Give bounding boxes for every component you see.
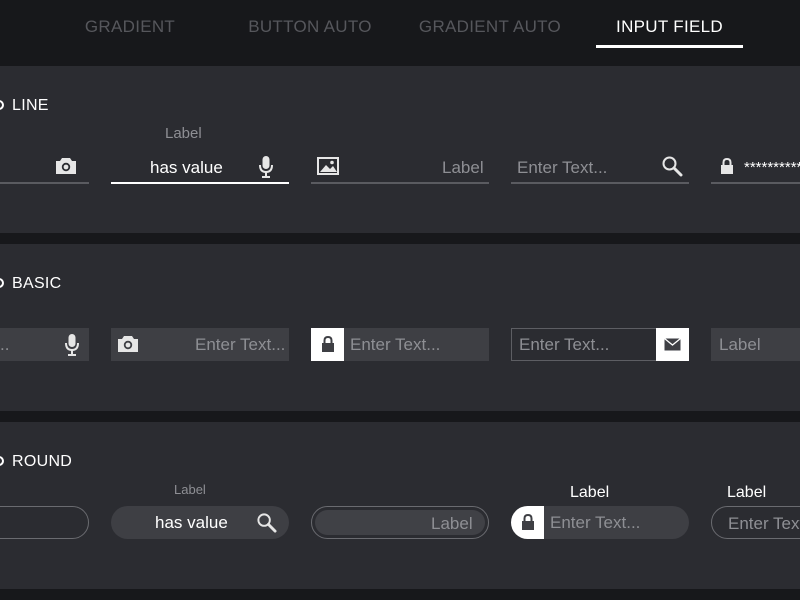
field-placeholder: Enter Text — [728, 514, 800, 533]
tab-input-field[interactable]: INPUT FIELD — [596, 17, 743, 39]
password-value: ********** — [744, 159, 800, 176]
basic-lock-field[interactable]: Enter Text... — [311, 328, 489, 361]
tab-button-auto[interactable]: BUTTON AUTO — [236, 17, 384, 39]
line-section: LINE Label has value Label Enter Text...… — [0, 66, 800, 233]
field-value: has value — [155, 513, 228, 532]
field-placeholder: Label — [442, 158, 484, 177]
field-underline — [711, 182, 800, 184]
round-search-field[interactable]: has value — [111, 506, 289, 539]
field-placeholder: Enter Text... — [519, 335, 610, 354]
round-last-field[interactable]: Enter Text — [711, 506, 800, 539]
lock-icon-box — [511, 506, 544, 539]
field-underline — [0, 182, 89, 184]
field-label: Label — [174, 482, 206, 497]
lock-icon — [322, 336, 334, 352]
lock-icon-box — [311, 328, 344, 361]
section-title-line: LINE — [12, 97, 49, 114]
microphone-icon — [259, 156, 273, 178]
field-underline — [311, 182, 489, 184]
search-placeholder: Enter Text... — [517, 158, 608, 177]
mail-icon-box — [656, 328, 689, 361]
field-placeholder: Enter Text... — [195, 335, 286, 354]
field-placeholder: Label — [431, 514, 473, 533]
microphone-icon — [65, 334, 79, 356]
field-label: Label — [570, 484, 610, 501]
line-password-field[interactable]: ********** — [711, 152, 800, 184]
search-icon[interactable] — [256, 512, 277, 533]
tab-gradient-auto[interactable]: GRADIENT AUTO — [410, 17, 570, 39]
basic-section: BASIC .. Enter Text... Enter Text... Ent… — [0, 244, 800, 411]
lock-icon — [721, 158, 733, 174]
field-underline-active — [111, 182, 289, 184]
field-label: Label — [165, 125, 202, 142]
tab-gradient[interactable]: GRADIENT — [70, 17, 190, 39]
line-image-field[interactable]: Label — [311, 152, 489, 184]
line-mic-field[interactable]: Label has value — [111, 122, 289, 184]
field-value: has value — [150, 158, 223, 177]
search-icon[interactable] — [661, 155, 683, 177]
line-search-field[interactable]: Enter Text... — [511, 152, 689, 184]
field-placeholder: Enter Text... — [550, 513, 641, 532]
basic-mic-field[interactable]: .. — [0, 328, 89, 361]
camera-icon — [118, 336, 138, 352]
section-bullet-icon — [0, 456, 4, 466]
round-lock-field[interactable]: Enter Text... — [511, 506, 689, 539]
tab-bar: GRADIENT BUTTON AUTO GRADIENT AUTO INPUT… — [0, 0, 800, 66]
camera-icon — [56, 158, 76, 174]
round-section: ROUND Label has value Label Label Enter … — [0, 422, 800, 589]
section-bullet-icon — [0, 278, 4, 288]
round-outline-field[interactable] — [0, 506, 89, 539]
section-title-round: ROUND — [12, 453, 73, 470]
basic-mail-field[interactable]: Enter Text... — [511, 328, 689, 361]
round-inset-field[interactable]: Label — [311, 506, 489, 539]
field-placeholder: Enter Text... — [350, 335, 441, 354]
field-placeholder: .. — [0, 335, 10, 354]
section-bullet-icon — [0, 100, 4, 110]
active-tab-indicator — [596, 45, 743, 48]
field-placeholder: Label — [719, 335, 761, 354]
field-label: Label — [727, 484, 767, 501]
basic-camera-field[interactable]: Enter Text... — [111, 328, 289, 361]
section-title-basic: BASIC — [12, 275, 62, 292]
image-icon — [317, 157, 339, 175]
lock-icon — [522, 514, 534, 530]
basic-label-field[interactable]: Label — [711, 328, 800, 361]
line-camera-field[interactable] — [0, 152, 89, 184]
mail-icon — [664, 338, 681, 351]
field-underline — [511, 182, 689, 184]
